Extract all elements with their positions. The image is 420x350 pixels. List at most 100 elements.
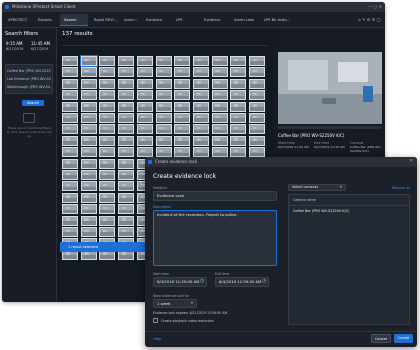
result-thumbnail[interactable] bbox=[136, 113, 153, 123]
result-thumbnail[interactable] bbox=[136, 101, 153, 112]
result-thumbnail[interactable] bbox=[155, 135, 172, 146]
result-thumbnail[interactable] bbox=[118, 101, 135, 112]
result-thumbnail[interactable] bbox=[136, 56, 153, 66]
tab-3[interactable]: Rapid REVi... bbox=[90, 14, 118, 26]
help-link[interactable]: Help bbox=[153, 337, 161, 341]
result-thumbnail[interactable] bbox=[99, 124, 116, 135]
result-thumbnail[interactable] bbox=[62, 67, 78, 78]
description-textarea[interactable]: Incident at the reception. Report to pol… bbox=[153, 210, 277, 266]
end-time-input[interactable]: 6/4/2019 11:59:00 AM bbox=[215, 277, 269, 287]
result-thumbnail[interactable] bbox=[230, 78, 247, 89]
tab-7[interactable]: Evidence bbox=[200, 14, 228, 26]
headline-input[interactable]: Evidence Lock bbox=[153, 191, 277, 201]
result-thumbnail[interactable] bbox=[174, 113, 191, 123]
result-thumbnail[interactable] bbox=[249, 124, 265, 135]
tab-8[interactable]: Alarm Lists bbox=[230, 14, 258, 26]
result-thumbnail[interactable] bbox=[211, 90, 228, 101]
result-thumbnail[interactable] bbox=[62, 78, 78, 89]
result-thumbnail[interactable] bbox=[118, 113, 135, 123]
result-thumbnail[interactable] bbox=[80, 67, 97, 78]
result-thumbnail[interactable] bbox=[192, 124, 209, 135]
result-thumbnail[interactable] bbox=[62, 181, 78, 192]
result-thumbnail[interactable] bbox=[80, 135, 97, 146]
camera-list-item[interactable]: Coffee Bar (PRO WV-S2250V K/C) bbox=[293, 209, 349, 213]
result-thumbnail[interactable] bbox=[80, 170, 97, 180]
result-thumbnail[interactable] bbox=[192, 78, 209, 89]
result-thumbnail[interactable] bbox=[99, 147, 116, 158]
result-thumbnail[interactable] bbox=[118, 135, 135, 146]
result-thumbnail[interactable] bbox=[136, 124, 153, 135]
result-thumbnail[interactable] bbox=[99, 113, 116, 123]
result-thumbnail[interactable] bbox=[62, 101, 78, 112]
result-thumbnail[interactable] bbox=[136, 90, 153, 101]
result-thumbnail[interactable] bbox=[211, 67, 228, 78]
result-thumbnail[interactable] bbox=[62, 113, 78, 123]
result-thumbnail[interactable] bbox=[174, 101, 191, 112]
result-thumbnail[interactable] bbox=[99, 158, 116, 169]
result-thumbnail[interactable] bbox=[118, 204, 135, 215]
tab-9[interactable]: LPR Bk Actio... bbox=[260, 14, 290, 26]
result-thumbnail[interactable] bbox=[118, 147, 135, 158]
result-thumbnail[interactable] bbox=[80, 204, 97, 215]
result-thumbnail[interactable] bbox=[118, 215, 135, 226]
result-thumbnail[interactable] bbox=[174, 78, 191, 89]
result-thumbnail[interactable] bbox=[249, 113, 265, 123]
result-thumbnail[interactable] bbox=[99, 204, 116, 215]
result-thumbnail[interactable] bbox=[118, 181, 135, 192]
tab-4[interactable]: Alarm... bbox=[120, 14, 140, 26]
result-thumbnail[interactable] bbox=[80, 192, 97, 203]
result-thumbnail[interactable] bbox=[192, 90, 209, 101]
result-thumbnail[interactable] bbox=[230, 147, 247, 158]
result-thumbnail[interactable] bbox=[80, 227, 97, 237]
create-button[interactable]: Create bbox=[394, 334, 413, 343]
result-thumbnail[interactable] bbox=[80, 113, 97, 123]
result-thumbnail[interactable] bbox=[80, 78, 97, 89]
tab-overflow-icons[interactable]: ⌂ ✎ ⚙ ☰ ◯ bbox=[358, 14, 381, 26]
result-thumbnail[interactable] bbox=[249, 67, 265, 78]
result-thumbnail[interactable] bbox=[211, 101, 228, 112]
result-thumbnail[interactable] bbox=[174, 135, 191, 146]
result-thumbnail[interactable] bbox=[99, 170, 116, 180]
result-thumbnail[interactable] bbox=[174, 67, 191, 78]
result-thumbnail[interactable] bbox=[80, 101, 97, 112]
tab-0[interactable]: XPROTECT bbox=[4, 14, 34, 26]
result-thumbnail[interactable] bbox=[118, 170, 135, 180]
camera-filter-item[interactable]: Coffee Bar (PRO WV-S2250V K/C) bbox=[7, 69, 51, 73]
result-thumbnail[interactable] bbox=[118, 124, 135, 135]
start-time[interactable]: 9:15 AM bbox=[6, 41, 22, 46]
result-thumbnail[interactable] bbox=[99, 181, 116, 192]
result-thumbnail[interactable] bbox=[99, 135, 116, 146]
selection-action-bar[interactable]: 1 result selected bbox=[60, 242, 152, 252]
result-thumbnail[interactable] bbox=[155, 113, 172, 123]
end-time-clock-icon[interactable]: ◷ bbox=[262, 278, 266, 284]
result-thumbnail[interactable] bbox=[155, 67, 172, 78]
result-thumbnail[interactable] bbox=[62, 158, 78, 169]
tab-2[interactable]: Search bbox=[60, 14, 88, 26]
result-thumbnail[interactable] bbox=[211, 135, 228, 146]
result-thumbnail[interactable] bbox=[211, 147, 228, 158]
result-thumbnail[interactable] bbox=[174, 90, 191, 101]
result-thumbnail[interactable] bbox=[80, 147, 97, 158]
result-thumbnail[interactable] bbox=[118, 78, 135, 89]
result-thumbnail[interactable] bbox=[99, 215, 116, 226]
result-thumbnail[interactable] bbox=[230, 56, 247, 66]
result-thumbnail[interactable] bbox=[155, 147, 172, 158]
result-thumbnail[interactable] bbox=[80, 215, 97, 226]
result-thumbnail[interactable] bbox=[249, 90, 265, 101]
search-button[interactable]: Search bbox=[22, 100, 44, 106]
start-time-input[interactable]: 6/4/2019 11:59:00 AM bbox=[153, 277, 207, 287]
result-thumbnail[interactable] bbox=[211, 56, 228, 66]
cancel-button[interactable]: Cancel bbox=[371, 334, 391, 343]
result-thumbnail[interactable] bbox=[136, 78, 153, 89]
result-thumbnail[interactable] bbox=[249, 101, 265, 112]
result-thumbnail[interactable] bbox=[174, 147, 191, 158]
result-thumbnail[interactable] bbox=[211, 124, 228, 135]
results-toolbar[interactable] bbox=[62, 41, 268, 46]
end-time[interactable]: 11:45 AM bbox=[31, 41, 50, 46]
tab-1[interactable]: Exports bbox=[34, 14, 60, 26]
result-thumbnail[interactable] bbox=[62, 56, 78, 66]
result-thumbnail[interactable] bbox=[99, 56, 116, 66]
start-time-clock-icon[interactable]: ◷ bbox=[200, 278, 204, 284]
result-thumbnail[interactable] bbox=[118, 158, 135, 169]
result-thumbnail[interactable] bbox=[80, 158, 97, 169]
